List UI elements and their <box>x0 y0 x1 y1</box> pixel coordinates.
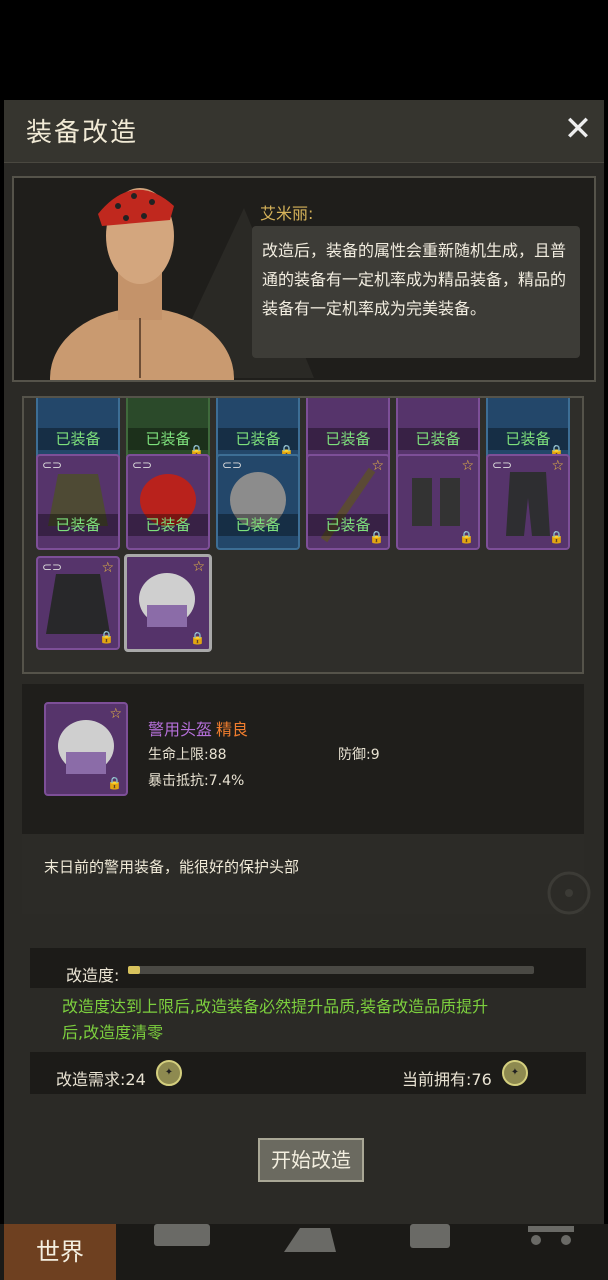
stat-crit-resist: 暴击抵抗:7.4% <box>148 773 245 789</box>
lock-icon: 🔒 <box>459 530 474 544</box>
nav-bag[interactable] <box>150 1224 214 1280</box>
npc-speech: 改造后，装备的属性会重新随机生成，且普通的装备有一定机率成为精品装备，精品的装备… <box>252 226 580 358</box>
item-quality: 精良 <box>216 720 249 739</box>
modification-label: 改造度: <box>66 966 120 985</box>
equipment-slot-coat[interactable]: ⊂⊃ 已装备 <box>36 454 120 550</box>
bottom-nav: 世界 <box>0 1224 608 1280</box>
equipment-slot-bat[interactable]: ☆ 已装备 🔒 <box>306 454 390 550</box>
equipment-slot-shield[interactable]: ⊂⊃ 已装备 <box>216 454 300 550</box>
equipped-label: 已装备 <box>398 428 478 450</box>
equipped-label: 已装备 <box>38 514 118 536</box>
nav-character[interactable] <box>280 1224 340 1280</box>
radiation-icon <box>547 871 591 915</box>
equipment-slot-boots[interactable]: ☆ 🔒 <box>396 454 480 550</box>
nav-build[interactable] <box>408 1224 452 1280</box>
equipped-label: 已装备 <box>308 428 388 450</box>
npc-name: 艾米丽: <box>260 204 314 223</box>
lock-icon: 🔒 <box>190 631 205 645</box>
lock-icon: 🔒 <box>369 530 384 544</box>
stat-hp: 生命上限:88 <box>148 747 227 763</box>
equipment-slot-jacket[interactable]: ⊂⊃ ☆ 🔒 <box>36 556 120 650</box>
lock-icon: 🔒 <box>549 530 564 544</box>
equipment-slot-pants[interactable]: ⊂⊃ ☆ 🔒 <box>486 454 570 550</box>
modification-progress-track <box>128 966 534 974</box>
character-icon <box>284 1228 336 1252</box>
equipped-label: 已装备 <box>38 428 118 450</box>
requirement-label: 改造需求:24 <box>56 1070 146 1089</box>
bag-icon <box>154 1224 210 1246</box>
lock-icon: 🔒 <box>99 630 114 644</box>
equipped-label: 已装备 <box>218 514 298 536</box>
owned-label: 当前拥有:76 <box>402 1070 492 1089</box>
stat-defense: 防御:9 <box>338 747 380 763</box>
equipment-slot-police-helmet-selected[interactable]: ☆ 🔒 <box>124 554 212 652</box>
cart-icon <box>528 1226 574 1245</box>
nav-world[interactable]: 世界 <box>4 1224 116 1280</box>
page-title: 装备改造 <box>26 118 139 148</box>
modification-note: 改造度达到上限后,改造装备必然提升品质,装备改造品质提升后,改造度清零 <box>62 997 489 1042</box>
bottle-cap-icon: ✦ <box>156 1060 182 1086</box>
nav-vehicle[interactable] <box>526 1224 576 1280</box>
grid-icon <box>410 1224 450 1248</box>
equipment-grid: 已装备 已装备 🔒 已装备 🔒 已装备 已装备 已装备 🔒 ⊂⊃ 已装备 ⊂⊃ 已装备… <box>22 396 584 674</box>
close-icon[interactable]: ✕ <box>562 112 594 146</box>
selected-item-icon: ☆ 🔒 <box>44 702 128 796</box>
modification-progress-fill <box>128 966 140 974</box>
item-description: 末日前的警用装备，能很好的保护头部 <box>44 858 300 876</box>
equipped-label: 已装备 <box>128 514 208 536</box>
lock-icon: 🔒 <box>107 776 122 790</box>
equipment-slot-helmet-red[interactable]: ⊂⊃ 已装备 <box>126 454 210 550</box>
item-name: 警用头盔 <box>148 720 213 739</box>
start-modification-button[interactable]: 开始改造 <box>258 1138 364 1182</box>
bottle-cap-icon: ✦ <box>502 1060 528 1086</box>
